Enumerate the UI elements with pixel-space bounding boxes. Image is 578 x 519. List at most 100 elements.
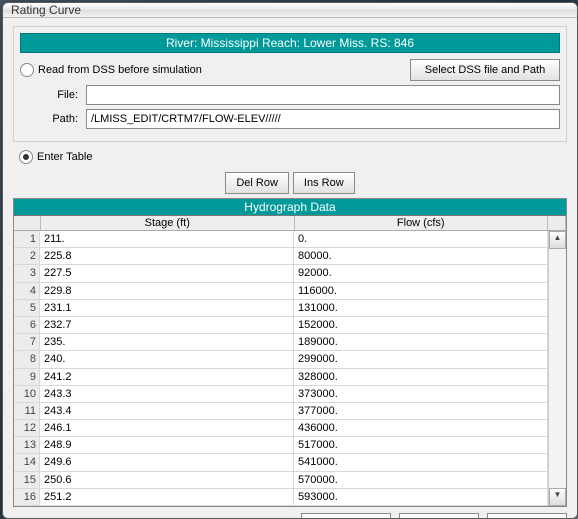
cell-stage[interactable]: 248.9 — [40, 437, 294, 453]
titlebar[interactable]: Rating Curve — [3, 3, 577, 18]
row-number: 9 — [14, 369, 40, 385]
col-rownum — [14, 216, 41, 230]
plot-data-button[interactable]: Plot Data — [301, 513, 391, 519]
cell-stage[interactable]: 249.6 — [40, 454, 294, 470]
cell-flow[interactable]: 116000. — [294, 283, 548, 299]
row-number: 13 — [14, 437, 40, 453]
cell-flow[interactable]: 377000. — [294, 403, 548, 419]
table-row[interactable]: 7235.189000. — [14, 334, 548, 351]
cell-flow[interactable]: 80000. — [294, 248, 548, 264]
cell-flow[interactable]: 436000. — [294, 420, 548, 436]
row-number: 15 — [14, 472, 40, 488]
table-row[interactable]: 4229.8116000. — [14, 283, 548, 300]
cell-flow[interactable]: 328000. — [294, 369, 548, 385]
window-title: Rating Curve — [11, 3, 81, 17]
enter-table-label: Enter Table — [37, 151, 92, 163]
table-row[interactable]: 8240.299000. — [14, 351, 548, 368]
read-dss-radio[interactable] — [20, 63, 34, 77]
path-input[interactable]: /LMISS_EDIT/CRTM7/FLOW-ELEV///// — [86, 109, 560, 129]
cell-flow[interactable]: 299000. — [294, 351, 548, 367]
content-area: River: Mississippi Reach: Lower Miss. RS… — [3, 18, 577, 519]
cell-stage[interactable]: 227.5 — [40, 265, 294, 281]
cell-stage[interactable]: 243.3 — [40, 386, 294, 402]
table-row[interactable]: 11243.4377000. — [14, 403, 548, 420]
cell-flow[interactable]: 0. — [294, 231, 548, 247]
row-number: 3 — [14, 265, 40, 281]
del-row-button[interactable]: Del Row — [225, 172, 289, 194]
ins-row-button[interactable]: Ins Row — [293, 172, 355, 194]
vertical-scrollbar[interactable]: ▲ ▼ — [548, 231, 566, 506]
enter-table-radio[interactable] — [19, 150, 33, 164]
table-row[interactable]: 12246.1436000. — [14, 420, 548, 437]
ok-button[interactable]: OK — [399, 513, 479, 519]
cell-stage[interactable]: 229.8 — [40, 283, 294, 299]
table-body: 1211.0.2225.880000.3227.592000.4229.8116… — [14, 231, 566, 506]
footer-buttons: Plot Data OK Cancel — [13, 507, 567, 519]
table-row[interactable]: 16251.2593000. — [14, 489, 548, 506]
table-row[interactable]: 1211.0. — [14, 231, 548, 248]
row-number: 14 — [14, 454, 40, 470]
cell-flow[interactable]: 541000. — [294, 454, 548, 470]
row-number: 2 — [14, 248, 40, 264]
cell-flow[interactable]: 373000. — [294, 386, 548, 402]
table-row[interactable]: 6232.7152000. — [14, 317, 548, 334]
col-flow[interactable]: Flow (cfs) — [295, 216, 549, 230]
row-number: 4 — [14, 283, 40, 299]
table-row[interactable]: 13248.9517000. — [14, 437, 548, 454]
table-row[interactable]: 15250.6570000. — [14, 472, 548, 489]
row-number: 11 — [14, 403, 40, 419]
select-dss-button[interactable]: Select DSS file and Path — [410, 59, 560, 81]
file-label: File: — [44, 89, 78, 101]
cell-flow[interactable]: 92000. — [294, 265, 548, 281]
row-number: 12 — [14, 420, 40, 436]
cell-stage[interactable]: 232.7 — [40, 317, 294, 333]
rows-container: 1211.0.2225.880000.3227.592000.4229.8116… — [14, 231, 548, 506]
table-row[interactable]: 2225.880000. — [14, 248, 548, 265]
col-stage[interactable]: Stage (ft) — [41, 216, 295, 230]
cell-stage[interactable]: 231.1 — [40, 300, 294, 316]
path-label: Path: — [44, 113, 78, 125]
cell-stage[interactable]: 246.1 — [40, 420, 294, 436]
row-number: 7 — [14, 334, 40, 350]
boundary-group: River: Mississippi Reach: Lower Miss. RS… — [13, 26, 567, 142]
scroll-track[interactable] — [549, 249, 566, 488]
table-row[interactable]: 5231.1131000. — [14, 300, 548, 317]
cell-flow[interactable]: 593000. — [294, 489, 548, 505]
cell-stage[interactable]: 225.8 — [40, 248, 294, 264]
cell-stage[interactable]: 251.2 — [40, 489, 294, 505]
file-input[interactable] — [86, 85, 560, 105]
cell-stage[interactable]: 235. — [40, 334, 294, 350]
cell-flow[interactable]: 189000. — [294, 334, 548, 350]
dialog-window: Rating Curve River: Mississippi Reach: L… — [2, 2, 578, 519]
read-dss-row: Read from DSS before simulation Select D… — [20, 59, 560, 81]
table-title: Hydrograph Data — [14, 199, 566, 216]
location-banner: River: Mississippi Reach: Lower Miss. RS… — [20, 33, 560, 53]
row-number: 8 — [14, 351, 40, 367]
cell-stage[interactable]: 241.2 — [40, 369, 294, 385]
col-scroll-spacer — [548, 216, 566, 230]
hydrograph-table: Hydrograph Data Stage (ft) Flow (cfs) 12… — [13, 198, 567, 507]
table-row[interactable]: 14249.6541000. — [14, 454, 548, 471]
row-number: 16 — [14, 489, 40, 505]
table-row[interactable]: 9241.2328000. — [14, 369, 548, 386]
row-number: 5 — [14, 300, 40, 316]
cell-flow[interactable]: 570000. — [294, 472, 548, 488]
cancel-button[interactable]: Cancel — [487, 513, 567, 519]
cell-stage[interactable]: 211. — [40, 231, 294, 247]
table-header: Stage (ft) Flow (cfs) — [14, 216, 566, 231]
read-dss-label: Read from DSS before simulation — [38, 64, 202, 76]
table-row[interactable]: 10243.3373000. — [14, 386, 548, 403]
cell-stage[interactable]: 250.6 — [40, 472, 294, 488]
cell-stage[interactable]: 243.4 — [40, 403, 294, 419]
row-number: 10 — [14, 386, 40, 402]
cell-stage[interactable]: 240. — [40, 351, 294, 367]
cell-flow[interactable]: 517000. — [294, 437, 548, 453]
row-toolbar: Del Row Ins Row — [13, 172, 567, 194]
cell-flow[interactable]: 152000. — [294, 317, 548, 333]
cell-flow[interactable]: 131000. — [294, 300, 548, 316]
scroll-up-icon[interactable]: ▲ — [549, 231, 566, 249]
table-row[interactable]: 3227.592000. — [14, 265, 548, 282]
path-row: Path: /LMISS_EDIT/CRTM7/FLOW-ELEV///// — [20, 109, 560, 129]
file-row: File: — [20, 85, 560, 105]
scroll-down-icon[interactable]: ▼ — [549, 488, 566, 506]
